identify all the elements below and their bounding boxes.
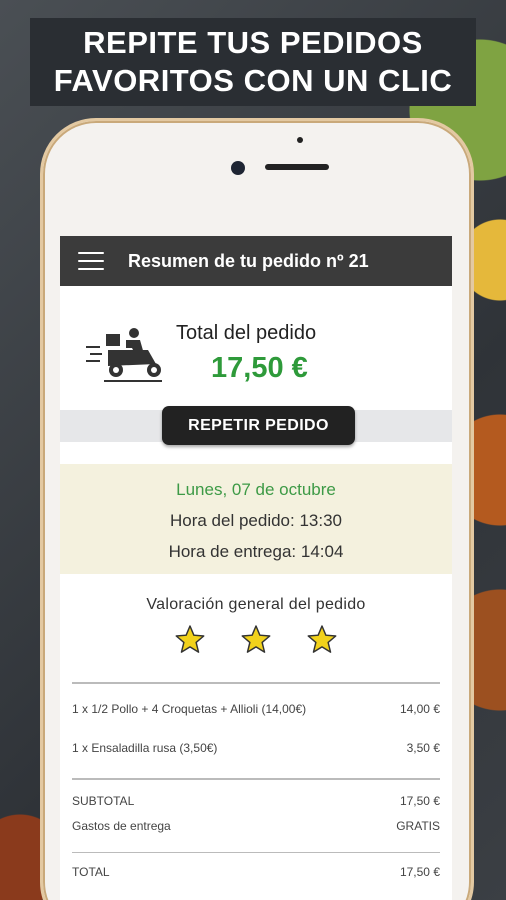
total-value: 17,50 €: [399, 865, 440, 879]
subtotal-value: 17,50 €: [399, 794, 440, 808]
order-items: 1 x 1/2 Pollo + 4 Croquetas + Allioli (1…: [60, 682, 452, 879]
subtotal-row: SUBTOTAL 17,50 €: [72, 780, 440, 808]
total-row: TOTAL 17,50 €: [72, 853, 440, 879]
delivery-scooter-icon: [86, 328, 162, 382]
app-header: Resumen de tu pedido nº 21: [60, 236, 452, 286]
app-screen: Resumen de tu pedido nº 21 Total del ped…: [60, 236, 452, 900]
star-icon[interactable]: [239, 624, 273, 656]
rating-stars: [60, 624, 452, 656]
subtotal-label: SUBTOTAL: [72, 794, 135, 808]
total-label: TOTAL: [72, 865, 110, 879]
order-schedule: Lunes, 07 de octubre Hora del pedido: 13…: [60, 464, 452, 574]
banner-line-2: FAVORITOS CON UN CLIC: [53, 63, 453, 98]
item-description: 1 x 1/2 Pollo + 4 Croquetas + Allioli (1…: [72, 702, 307, 716]
item-description: 1 x Ensaladilla rusa (3,50€): [72, 741, 218, 755]
phone-speaker: [265, 164, 329, 170]
phone-camera: [231, 161, 245, 175]
repeat-strip: REPETIR PEDIDO: [60, 406, 452, 445]
star-icon[interactable]: [305, 624, 339, 656]
shipping-value: GRATIS: [396, 819, 440, 833]
phone-sensor: [297, 137, 303, 143]
list-item: 1 x 1/2 Pollo + 4 Croquetas + Allioli (1…: [72, 684, 440, 716]
hamburger-menu-icon[interactable]: [78, 252, 104, 270]
shipping-label: Gastos de entrega: [72, 819, 171, 833]
order-date: Lunes, 07 de octubre: [176, 480, 336, 499]
order-time: Hora del pedido: 13:30: [169, 511, 343, 530]
banner-line-1: REPITE TUS PEDIDOS: [83, 25, 423, 60]
list-item: 1 x Ensaladilla rusa (3,50€) 3,50 €: [72, 716, 440, 755]
delivery-time: Hora de entrega: 14:04: [168, 542, 344, 561]
order-rating: Valoración general del pedido: [60, 574, 452, 682]
shipping-row: Gastos de entrega GRATIS: [72, 808, 440, 833]
order-total-section: Total del pedido 17,50 €: [60, 286, 452, 410]
page-title: Resumen de tu pedido nº 21: [128, 250, 369, 271]
star-icon[interactable]: [173, 624, 207, 656]
promo-banner: REPITE TUS PEDIDOS FAVORITOS CON UN CLIC: [30, 18, 476, 106]
rating-title: Valoración general del pedido: [146, 596, 366, 613]
repeat-order-button[interactable]: REPETIR PEDIDO: [162, 406, 355, 445]
order-total-label: Total del pedido: [176, 322, 317, 344]
item-price: 3,50 €: [406, 741, 440, 755]
order-total-amount: 17,50 €: [211, 352, 308, 384]
item-price: 14,00 €: [399, 702, 440, 716]
